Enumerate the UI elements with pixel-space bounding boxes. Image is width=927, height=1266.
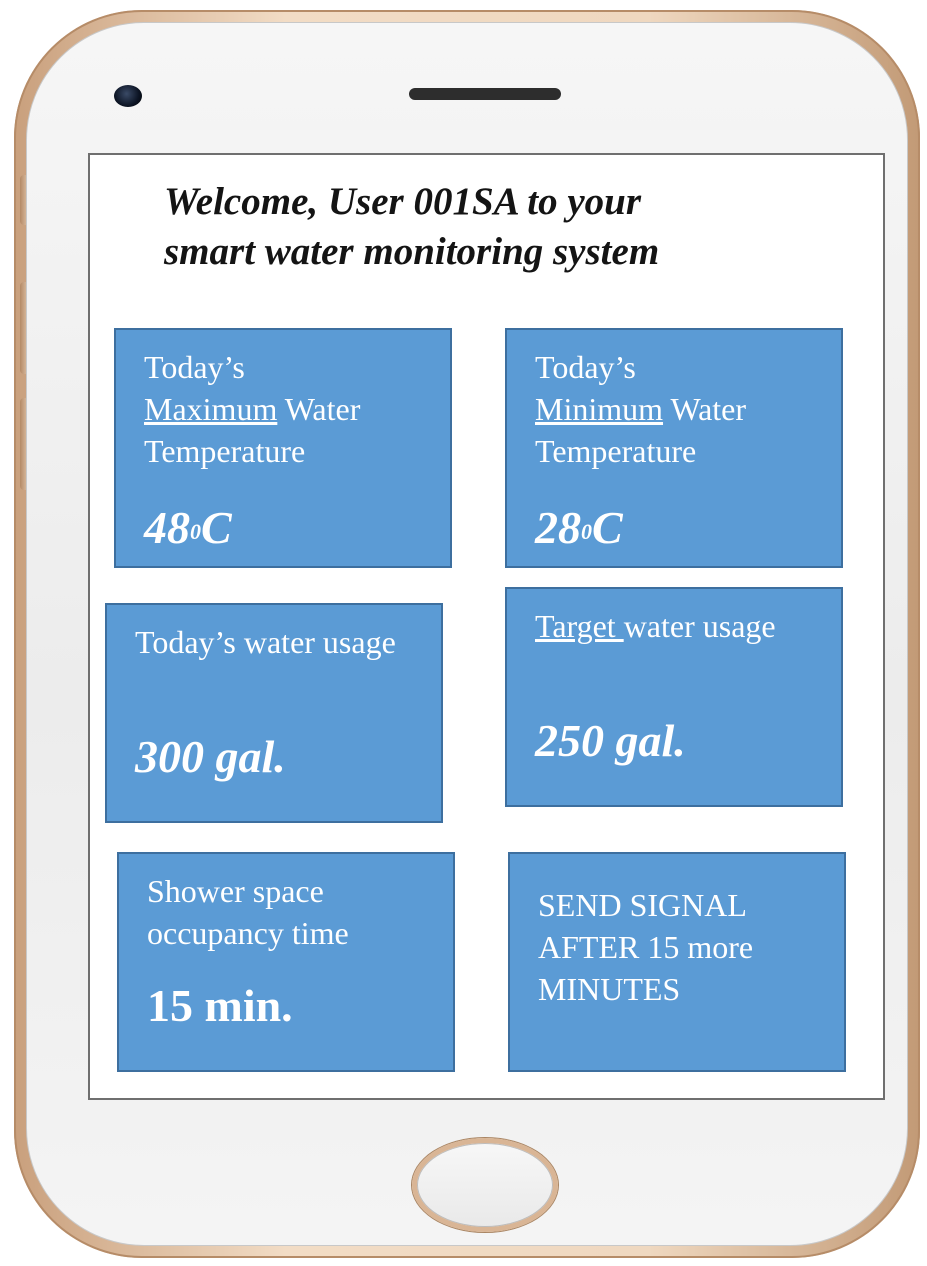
phone-frame: Welcome, User 001SA to your smart water … [14,10,920,1258]
min-temperature-label: Today’s Minimum Water Temperature [535,346,835,472]
max-temperature-label: Today’s Maximum Water Temperature [144,346,444,472]
water-usage-tile[interactable]: Today’s water usage 300 gal. [105,603,443,823]
shower-occupancy-label: Shower space occupancy time [147,873,349,951]
send-signal-label: SEND SIGNAL AFTER 15 more MINUTES [538,884,838,1010]
degree-sup: 0 [581,519,592,544]
welcome-heading: Welcome, User 001SA to your smart water … [164,177,844,277]
app-screen: Welcome, User 001SA to your smart water … [88,153,885,1100]
shower-occupancy-tile[interactable]: Shower space occupancy time 15 min. [117,852,455,1072]
signal-line-3: MINUTES [538,971,681,1007]
welcome-line-2: smart water monitoring system [164,230,660,273]
label-prefix: Today’s [144,349,245,385]
label-suffix: water usage [623,608,776,644]
speaker-grille [409,88,561,100]
label-emphasis: Minimum [535,391,664,427]
max-temperature-value: 480C [144,502,232,554]
signal-line-1: SEND SIGNAL [538,887,747,923]
min-temperature-tile[interactable]: Today’s Minimum Water Temperature 280C [505,328,843,568]
home-button[interactable] [412,1138,558,1232]
welcome-line-1: Welcome, User 001SA to your [164,180,642,223]
temp-number: 28 [535,502,581,553]
label-prefix: Today’s [535,349,636,385]
signal-line-2: AFTER 15 more [538,929,754,965]
target-usage-tile[interactable]: Target water usage 250 gal. [505,587,843,807]
water-usage-value: 300 gal. [135,731,286,782]
shower-occupancy-value: 15 min. [147,980,293,1031]
target-usage-value: 250 gal. [535,715,686,766]
degree-sup: 0 [190,519,201,544]
water-usage-label: Today’s water usage [135,624,396,660]
temp-unit: C [592,502,623,553]
send-signal-tile[interactable]: SEND SIGNAL AFTER 15 more MINUTES [508,852,846,1072]
temp-number: 48 [144,502,190,553]
max-temperature-tile[interactable]: Today’s Maximum Water Temperature 480C [114,328,452,568]
label-emphasis: Target [535,608,624,644]
label-emphasis: Maximum [144,391,278,427]
min-temperature-value: 280C [535,502,623,554]
target-usage-label: Target water usage [535,605,835,647]
front-camera-icon [114,85,142,107]
temp-unit: C [201,502,232,553]
